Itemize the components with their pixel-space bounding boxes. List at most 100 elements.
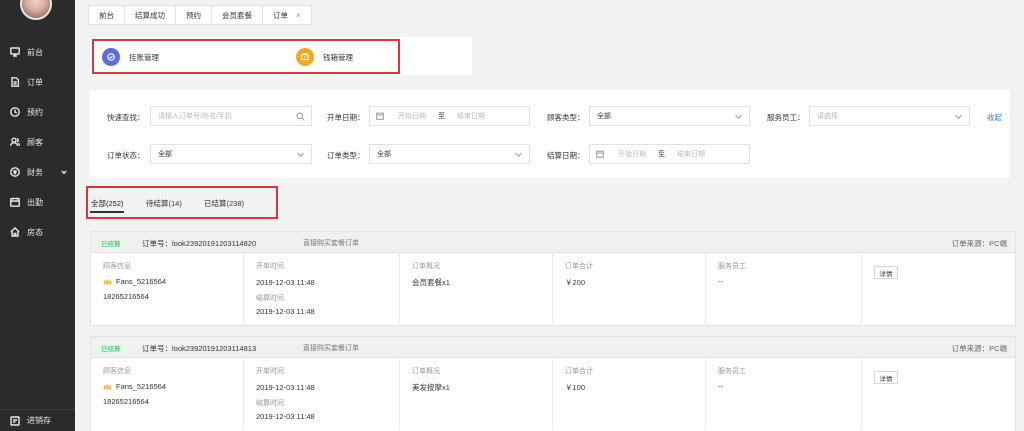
crown-icon [103, 383, 112, 390]
open-date-range[interactable]: 开始日期 至 结束日期 [369, 106, 530, 126]
customer-type-value: 全部 [597, 113, 611, 120]
calendar-icon [10, 197, 20, 207]
users-icon [10, 137, 20, 147]
tab-settlement-success[interactable]: 结算成功 [124, 5, 175, 25]
sidebar: 前台 订单 预约 顾客 财务 出勤 房态 进销存 [0, 0, 75, 431]
collapse-link[interactable]: 收起 [987, 112, 1002, 123]
status-tab-settled[interactable]: 已结算(238) [204, 198, 244, 209]
avatar[interactable] [20, 0, 52, 20]
sidebar-item-label: 预约 [27, 107, 43, 117]
tab-appointments[interactable]: 预约 [175, 5, 211, 25]
order-card: 已结算 订单号：look23920191203114820 直接购买套餐订单 订… [90, 231, 1016, 326]
chevron-down-icon [514, 150, 523, 159]
order-type: 直接购买套餐订单 [303, 240, 359, 247]
open-time: 2019-12-03 11:48 [256, 278, 315, 287]
detail-button[interactable]: 详情 [874, 371, 898, 384]
end-date-placeholder: 结束日期 [677, 151, 705, 158]
sidebar-item-frontdesk[interactable]: 前台 [0, 40, 75, 64]
status-tab-all[interactable]: 全部(252) [91, 198, 124, 209]
column-title: 开单时间 [256, 368, 284, 375]
sidebar-item-label: 订单 [27, 77, 43, 87]
staff-value: -- [718, 277, 723, 286]
column-title: 服务员工 [718, 368, 746, 375]
column-title: 订单概况 [412, 368, 440, 375]
hang-account-button[interactable]: 挂账管理 [102, 48, 159, 66]
order-total: ￥100 [565, 383, 586, 392]
sidebar-item-room-status[interactable]: 房态 [0, 220, 75, 244]
open-date-label: 开单日期： [327, 113, 365, 122]
column-title: 订单合计 [565, 368, 593, 375]
search-icon [296, 112, 305, 121]
order-source: 订单来源：PC端 [951, 344, 1007, 353]
column-title: 顾客信息 [103, 263, 131, 270]
tab-orders[interactable]: 订单 × [262, 5, 312, 25]
order-status-select[interactable]: 全部 [150, 144, 312, 164]
close-icon[interactable]: × [296, 11, 301, 20]
customer-type-label: 顾客类型： [547, 113, 585, 122]
search-input[interactable]: 请输入订单号/姓名/手机 [150, 106, 312, 126]
order-source: 订单来源：PC端 [951, 239, 1007, 248]
cashbox-label: 钱箱管理 [323, 52, 353, 62]
sidebar-item-label: 财务 [27, 167, 43, 177]
time-column: 开单时间 2019-12-03 11:48 结算时间 2019-12-03 11… [244, 253, 400, 325]
customer-column: 顾客信息 Fans_5216564 18265216564 [91, 253, 244, 325]
sidebar-item-attendance[interactable]: 出勤 [0, 190, 75, 214]
customer-phone: 18265216564 [103, 397, 149, 406]
customer-phone: 18265216564 [103, 292, 149, 301]
order-card: 已结算 订单号：look23920191203114813 直接购买套餐订单 订… [90, 336, 1016, 431]
sidebar-item-finance[interactable]: 财务 [0, 160, 75, 184]
status-tab-pending[interactable]: 待结算(14) [146, 198, 182, 209]
order-number: 订单号：look23920191203114813 [142, 344, 257, 353]
customer-name-text: Fans_5216564 [116, 277, 167, 286]
start-date-placeholder: 开始日期 [398, 113, 426, 120]
order-status-label: 订单状态： [107, 151, 145, 160]
customer-name[interactable]: Fans_5216564 [103, 277, 166, 286]
clock-icon [10, 107, 20, 117]
order-total: ￥200 [565, 278, 586, 287]
action-column: 详情 [862, 358, 1015, 430]
settle-date-range[interactable]: 开始日期 至 结束日期 [589, 144, 750, 164]
action-column: 详情 [862, 253, 1015, 325]
order-type: 直接购买套餐订单 [303, 345, 359, 352]
order-card-header: 已结算 订单号：look23920191203114813 直接购买套餐订单 订… [91, 337, 1015, 358]
tab-frontdesk[interactable]: 前台 [88, 5, 124, 25]
tab-label: 会员套餐 [222, 10, 252, 20]
column-title: 顾客信息 [103, 368, 131, 375]
column-title: 订单概况 [412, 263, 440, 270]
overview-column: 订单概况 会员套餐x1 [400, 253, 553, 325]
status-badge: 已结算 [97, 342, 125, 353]
column-title: 订单合计 [565, 263, 593, 270]
tab-label: 结算成功 [135, 10, 165, 20]
hang-account-label: 挂账管理 [129, 52, 159, 62]
staff-column: 服务员工 -- [706, 253, 862, 325]
sidebar-item-label: 出勤 [27, 197, 43, 207]
detail-button[interactable]: 详情 [874, 266, 898, 279]
column-title: 结算时间 [256, 295, 284, 302]
settle-date-label: 结算日期： [547, 151, 585, 160]
order-card-header: 已结算 订单号：look23920191203114820 直接购买套餐订单 订… [91, 232, 1015, 253]
order-overview: 美发按摩x1 [412, 383, 450, 392]
tab-bar: 前台 结算成功 预约 会员套餐 订单 × [88, 5, 312, 25]
cashbox-icon [296, 48, 314, 66]
staff-select[interactable]: 请选择 [809, 106, 970, 126]
customer-column: 顾客信息 Fans_5216564 18265216564 [91, 358, 244, 430]
sidebar-item-label: 前台 [27, 47, 43, 57]
chevron-down-icon [734, 112, 743, 121]
order-type-select[interactable]: 全部 [369, 144, 530, 164]
cashbox-button[interactable]: 钱箱管理 [296, 48, 353, 66]
sidebar-item-label: 顾客 [27, 137, 43, 147]
overview-column: 订单概况 美发按摩x1 [400, 358, 553, 430]
sidebar-item-inventory[interactable]: 进销存 [0, 409, 75, 431]
search-label: 快速查找： [107, 113, 145, 122]
customer-type-select[interactable]: 全部 [589, 106, 750, 126]
sidebar-item-customers[interactable]: 顾客 [0, 130, 75, 154]
column-title: 服务员工 [718, 263, 746, 270]
customer-name[interactable]: Fans_5216564 [103, 382, 166, 391]
sidebar-item-appointments[interactable]: 预约 [0, 100, 75, 124]
sidebar-item-orders[interactable]: 订单 [0, 70, 75, 94]
sidebar-item-label: 进销存 [27, 416, 51, 425]
tab-member-package[interactable]: 会员套餐 [211, 5, 262, 25]
tab-label: 预约 [186, 10, 201, 20]
staff-placeholder: 请选择 [817, 113, 838, 120]
sidebar-item-label: 房态 [27, 227, 43, 237]
